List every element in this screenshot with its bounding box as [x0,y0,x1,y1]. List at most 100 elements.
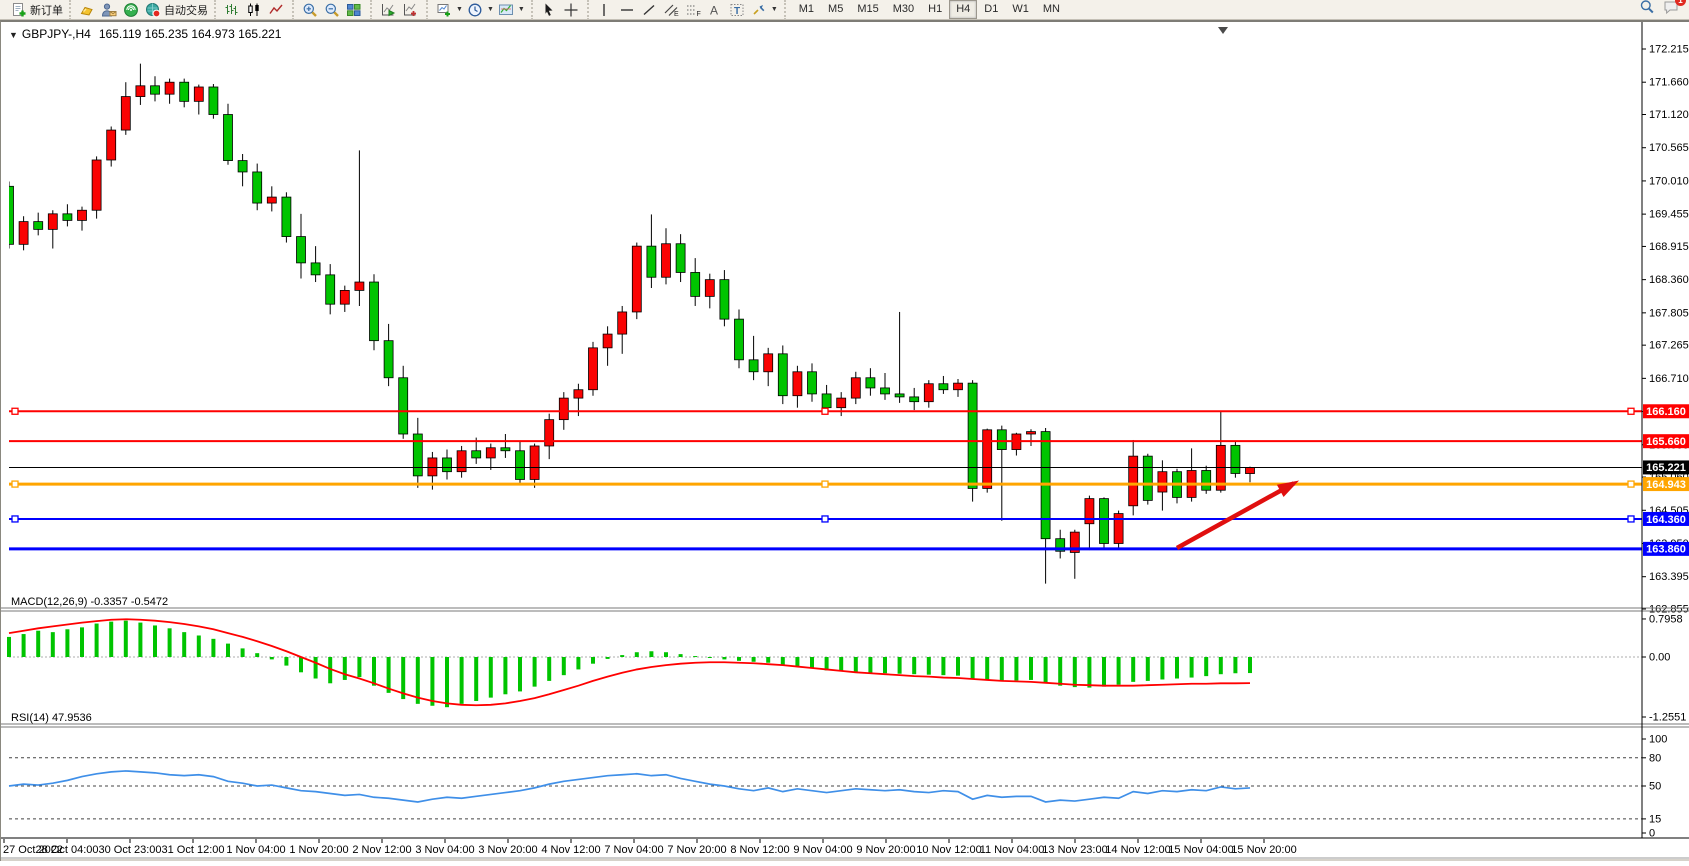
bull-candle [1027,432,1036,434]
macd-bar [95,624,99,657]
bear-candle [1143,456,1152,500]
macd-bar [474,657,478,701]
new-chart-dropdown[interactable]: ▼ [456,6,463,13]
timeframe-H4[interactable]: H4 [949,0,977,19]
timeframe-M1[interactable]: M1 [792,0,821,19]
svg-text:165.660: 165.660 [1646,436,1686,448]
bear-candle [1202,470,1211,490]
tester-add-button[interactable] [400,1,422,19]
text-label-button[interactable]: T [727,1,749,19]
candlestick-chart-button[interactable] [244,1,266,19]
timeframe-M30[interactable]: M30 [886,0,921,19]
zoom-in-button[interactable] [300,1,322,19]
macd-bar [1073,657,1077,687]
zoom-out-button[interactable] [322,1,344,19]
macd-bar [153,625,157,657]
rsi-panel: 1008050150 [9,734,1667,840]
fibonacci-button[interactable]: F [683,1,705,19]
macd-bar [1131,657,1135,682]
macd-bar [1014,657,1018,680]
arrows-dropdown[interactable]: ▼ [771,6,778,13]
new-order-icon [11,2,27,18]
macd-bar [255,653,259,657]
text-button[interactable]: A [705,1,727,19]
macd-panel: 0.79580.00-1.2551 [7,613,1686,723]
periods-dropdown[interactable]: ▼ [487,6,494,13]
bull-candle [1085,499,1094,524]
line-chart-button[interactable] [266,1,288,19]
vertical-line-button[interactable] [595,1,617,19]
timeframe-MN[interactable]: MN [1036,0,1067,19]
macd-bar [722,657,726,659]
text-icon: A [707,2,721,18]
bear-candle [180,82,189,101]
tester-button[interactable] [378,1,400,19]
line-handle [1628,481,1634,487]
macd-bar [430,657,434,706]
macd-bar [51,632,55,657]
bar-chart-button[interactable] [222,1,244,19]
macd-signal-line [9,619,1250,705]
price-axis: 172.215171.660171.120170.565170.010169.4… [1642,44,1689,616]
search-icon[interactable] [1639,0,1655,20]
chat-button[interactable]: 1 [1663,0,1680,20]
bull-candle [457,451,466,472]
svg-text:T: T [734,6,740,17]
svg-text:11 Nov 04:00: 11 Nov 04:00 [980,844,1045,856]
macd-bar [372,657,376,686]
bull-candle [851,378,860,398]
periods-button[interactable]: ▼ [465,1,496,19]
timeframe-D1[interactable]: D1 [977,0,1005,19]
svg-text:167.265: 167.265 [1649,340,1689,352]
new-chart-button[interactable]: ▼ [434,1,465,19]
bull-candle [194,87,203,101]
macd-bar [65,629,69,657]
crosshair-button[interactable] [561,1,583,19]
gold-button[interactable] [77,1,99,19]
equidistant-channel-button[interactable]: E [661,1,683,19]
templates-button[interactable]: ▼ [496,1,527,19]
timeframe-H1[interactable]: H1 [921,0,949,19]
macd-bar [241,648,245,657]
tile-windows-button[interactable] [344,1,366,19]
templates-dropdown[interactable]: ▼ [518,6,525,13]
horizontal-line-icon [619,2,635,18]
timeframe-M15[interactable]: M15 [850,0,885,19]
macd-bar [168,628,172,657]
timeframe-W1[interactable]: W1 [1005,0,1036,19]
trendline-button[interactable] [639,1,661,19]
macd-bar [1219,657,1223,674]
signal-button[interactable] [121,1,143,19]
macd-bar [810,657,814,668]
bear-candle [63,214,72,221]
timeframe-M5[interactable]: M5 [821,0,850,19]
macd-bar [839,657,843,671]
bull-candle [121,97,130,131]
autotrade-button[interactable]: 自动交易 [143,1,210,19]
line-handle [822,516,828,522]
bull-candle [486,448,495,458]
macd-bar [606,657,610,659]
svg-text:15 Nov 20:00: 15 Nov 20:00 [1231,844,1296,856]
bear-candle [370,282,379,341]
bear-candle [720,280,729,319]
new-order-button[interactable]: 新订单 [9,1,65,19]
svg-text:9 Nov 20:00: 9 Nov 20:00 [856,844,915,856]
shift-marker-icon[interactable] [1218,27,1228,34]
macd-bar [284,657,288,666]
arrows-button[interactable]: ▼ [749,1,780,19]
bear-candle [399,378,408,434]
macd-bar [752,657,756,662]
account-button[interactable] [99,1,121,19]
horizontal-line-button[interactable] [617,1,639,19]
toolbar-group-objects: E F A T ▼ [587,0,784,20]
price-lines: 166.160165.660164.943164.360163.860165.2… [9,404,1689,556]
autotrade-label: 自动交易 [164,2,208,18]
macd-bar [1029,657,1033,680]
macd-bar [1044,657,1048,683]
cursor-button[interactable] [539,1,561,19]
time-axis[interactable]: 27 Oct 202228 Oct 04:0030 Oct 23:0031 Oc… [3,839,1297,856]
mt4-terminal: { "toolbar": { "new_order_label": "新订单",… [0,0,1689,861]
svg-text:169.455: 169.455 [1649,209,1689,221]
chart-canvas[interactable]: 172.215171.660171.120170.565170.010169.4… [1,22,1689,861]
